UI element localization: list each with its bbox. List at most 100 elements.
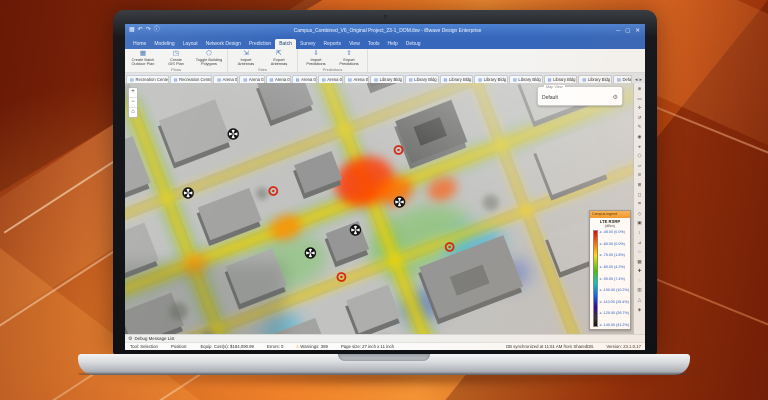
ribbon-button[interactable]: ▦ Create Batch Outdoor Plan — [128, 50, 158, 67]
ribbon-tab[interactable]: Tools — [364, 39, 384, 49]
legend-panel: Campus legend LTE RSRP (dBm) ≥ -45.00 (0… — [589, 210, 631, 330]
antenna-marker[interactable] — [393, 196, 406, 208]
map-tool-icon[interactable]: ⊕ — [638, 84, 642, 94]
map-tool-icon[interactable]: ◈ — [638, 305, 642, 315]
document-tab[interactable]: ▤ Arena 05 — [317, 75, 343, 83]
map-tool-icon[interactable]: ◻ — [638, 190, 642, 200]
map-tool-icon[interactable]: ⬡ — [637, 151, 641, 161]
map-tool-icon[interactable]: ▱ — [638, 161, 642, 171]
ribbon-tab[interactable]: Survey — [296, 39, 320, 49]
document-tab[interactable]: ▤ Recreation Center 04 — [126, 75, 169, 83]
document-icon: ▤ — [582, 77, 587, 82]
document-icon: ▤ — [443, 77, 448, 82]
minimize-icon[interactable]: ─ — [616, 28, 620, 34]
maximize-icon[interactable]: ▢ — [625, 28, 630, 34]
quick-access-icon[interactable]: ↷ — [146, 24, 151, 37]
ribbon-button[interactable]: ⇧ Export Predictions — [334, 50, 364, 67]
legend-header[interactable]: Campus legend — [590, 211, 630, 218]
document-tab[interactable]: ▤ Arena 01 — [213, 75, 239, 83]
quick-access-icon[interactable]: ⓘ — [154, 24, 160, 37]
document-tab[interactable]: ▤ Arena 03 — [265, 75, 291, 83]
ribbon-button[interactable]: ◳ Create GIS Plan — [161, 50, 191, 67]
map-tool-icon[interactable]: ↺ — [638, 113, 642, 123]
legend-entry: ≥ -80.00 (4.2%) — [599, 264, 625, 269]
document-tab[interactable]: ▤ Library Bldg 01 — [370, 75, 404, 83]
quick-access-icon[interactable]: ↶ — [138, 24, 143, 37]
laptop-base — [78, 354, 690, 375]
map-tool-icon[interactable]: ◉ — [637, 132, 641, 142]
status-item: Errors: 0 — [266, 344, 284, 349]
map-tool-icon[interactable]: ▥ — [637, 285, 641, 295]
map-tool-icon[interactable]: ◌ — [638, 276, 641, 286]
map-tool-icon[interactable]: ⊞ — [638, 180, 642, 190]
document-tab[interactable]: ▤ Library Bldg 03 — [439, 75, 474, 83]
map-tool-icon[interactable]: ⌖ — [638, 142, 641, 152]
map-tool-icon[interactable]: ⊿ — [638, 238, 642, 248]
quick-access-icon[interactable]: ▦ — [129, 24, 135, 37]
map-tool-icon[interactable]: ≋ — [638, 170, 642, 180]
map-canvas[interactable]: ⊕ ▭ ✛ ↺ ✎ ◉ ⌖ ⬡ ▱ ≋ ⊞ ◻ ⌗ ◇ ▣ ↕ ⊿ ○ ▩ ✚ ◌ ▥ △ ◈ + − ⌂ Map View De… — [125, 83, 645, 334]
ribbon-button[interactable]: ⬠ Toggle Building Polygons — [194, 50, 224, 67]
debug-message-bar[interactable]: ⚙ Debug Message List — [125, 334, 645, 342]
legend-entry: ≥ -110.00 (15.4%) — [599, 299, 629, 304]
map-tool-icon[interactable]: ✚ — [638, 266, 642, 276]
map-tool-icon[interactable]: ✎ — [638, 122, 642, 132]
map-tool-icon[interactable]: △ — [638, 295, 642, 305]
map-tool-icon[interactable]: ↕ — [638, 228, 640, 238]
ribbon-tab[interactable]: Debug — [402, 39, 425, 49]
map-tool-icon[interactable]: ▭ — [637, 94, 641, 104]
document-tab[interactable]: ▤ Recreation Center 05 — [169, 75, 213, 83]
ribbon-button[interactable]: ⇱ Export Antennas — [264, 50, 294, 67]
map-tool-icon[interactable]: ⌗ — [638, 199, 641, 209]
ribbon-tab[interactable]: Network Design — [202, 39, 245, 49]
map-tool-icon[interactable]: ◇ — [638, 209, 642, 219]
ribbon-tab[interactable]: Batch — [275, 39, 296, 49]
document-tab[interactable]: ▤ Arena 02 — [239, 75, 265, 83]
map-view-selector[interactable]: Map View Default ⚙ — [537, 84, 623, 106]
close-icon[interactable]: ✕ — [635, 28, 640, 34]
ribbon-tab[interactable]: View — [345, 39, 364, 49]
antenna-marker[interactable] — [182, 187, 194, 199]
laptop-base-edge — [78, 372, 690, 375]
map-tool-icon[interactable]: ▣ — [637, 218, 641, 228]
laptop-screen: ▦ ↶ ↷ ⓘ Campus_Combined_V6_Original Project… — [113, 10, 657, 354]
title-bar: ▦ ↶ ↷ ⓘ Campus_Combined_V6_Original Project… — [125, 24, 645, 37]
ribbon-tab[interactable]: Prediction — [245, 39, 275, 49]
ribbon-button[interactable]: ⇲ Import Antennas — [231, 50, 261, 67]
zoom-button[interactable]: + — [129, 88, 137, 98]
gear-icon[interactable]: ⚙ — [613, 94, 618, 101]
document-icon: ▤ — [408, 77, 413, 82]
legend-entry: ≥ -90.00 (7.4%) — [599, 276, 625, 281]
document-icon: ▤ — [347, 77, 352, 82]
map-tool-icon[interactable]: ✛ — [638, 103, 642, 113]
document-tab[interactable]: ▤ Library Bldg 07 — [578, 75, 613, 83]
map-tool-icon[interactable]: ○ — [638, 247, 641, 257]
document-tab[interactable]: ▤ Library Bldg 04 — [474, 75, 508, 83]
legend-entry: ≥ -45.00 (0.0%) — [599, 230, 625, 234]
rf-heatmap[interactable] — [125, 83, 633, 334]
document-tab[interactable]: ▤ Defa — [613, 75, 632, 83]
document-tab[interactable]: ▤ Arena 06 — [343, 75, 370, 83]
ribbon-tab[interactable]: Home — [129, 39, 150, 49]
antenna-marker[interactable] — [227, 128, 239, 140]
legend-entry: ≥ -60.00 (0.0%) — [599, 241, 625, 246]
status-item: ⚠ Warnings: 389 — [295, 343, 328, 350]
document-tab[interactable]: ▤ Library Bldg 06 — [543, 75, 578, 83]
legend-entry: ≥ -75.00 (1.8%) — [599, 253, 625, 258]
window-title: Campus_Combined_V6_Original Project_23-1… — [293, 27, 482, 34]
antenna-marker[interactable] — [349, 224, 362, 236]
document-tab[interactable]: ▤ Library Bldg 02 — [404, 75, 439, 83]
document-tab[interactable]: ▤ Library Bldg 05 — [508, 75, 543, 83]
ribbon-tab[interactable]: Reports — [320, 39, 346, 49]
ribbon-tab[interactable]: Layout — [179, 39, 202, 49]
antenna-marker[interactable] — [304, 247, 317, 259]
ribbon-tab[interactable]: Modeling — [150, 39, 178, 49]
map-tool-icon[interactable]: ▩ — [637, 257, 641, 267]
status-item: Position: — [170, 344, 188, 349]
zoom-button[interactable]: ⌂ — [129, 108, 137, 117]
document-tab[interactable]: ▤ Arena 04 — [291, 75, 317, 83]
ribbon-button[interactable]: ⇩ Import Predictions — [301, 50, 331, 67]
map-view-value[interactable]: Default — [542, 95, 613, 101]
zoom-button[interactable]: − — [129, 98, 137, 108]
ribbon-tab[interactable]: Help — [384, 39, 402, 49]
